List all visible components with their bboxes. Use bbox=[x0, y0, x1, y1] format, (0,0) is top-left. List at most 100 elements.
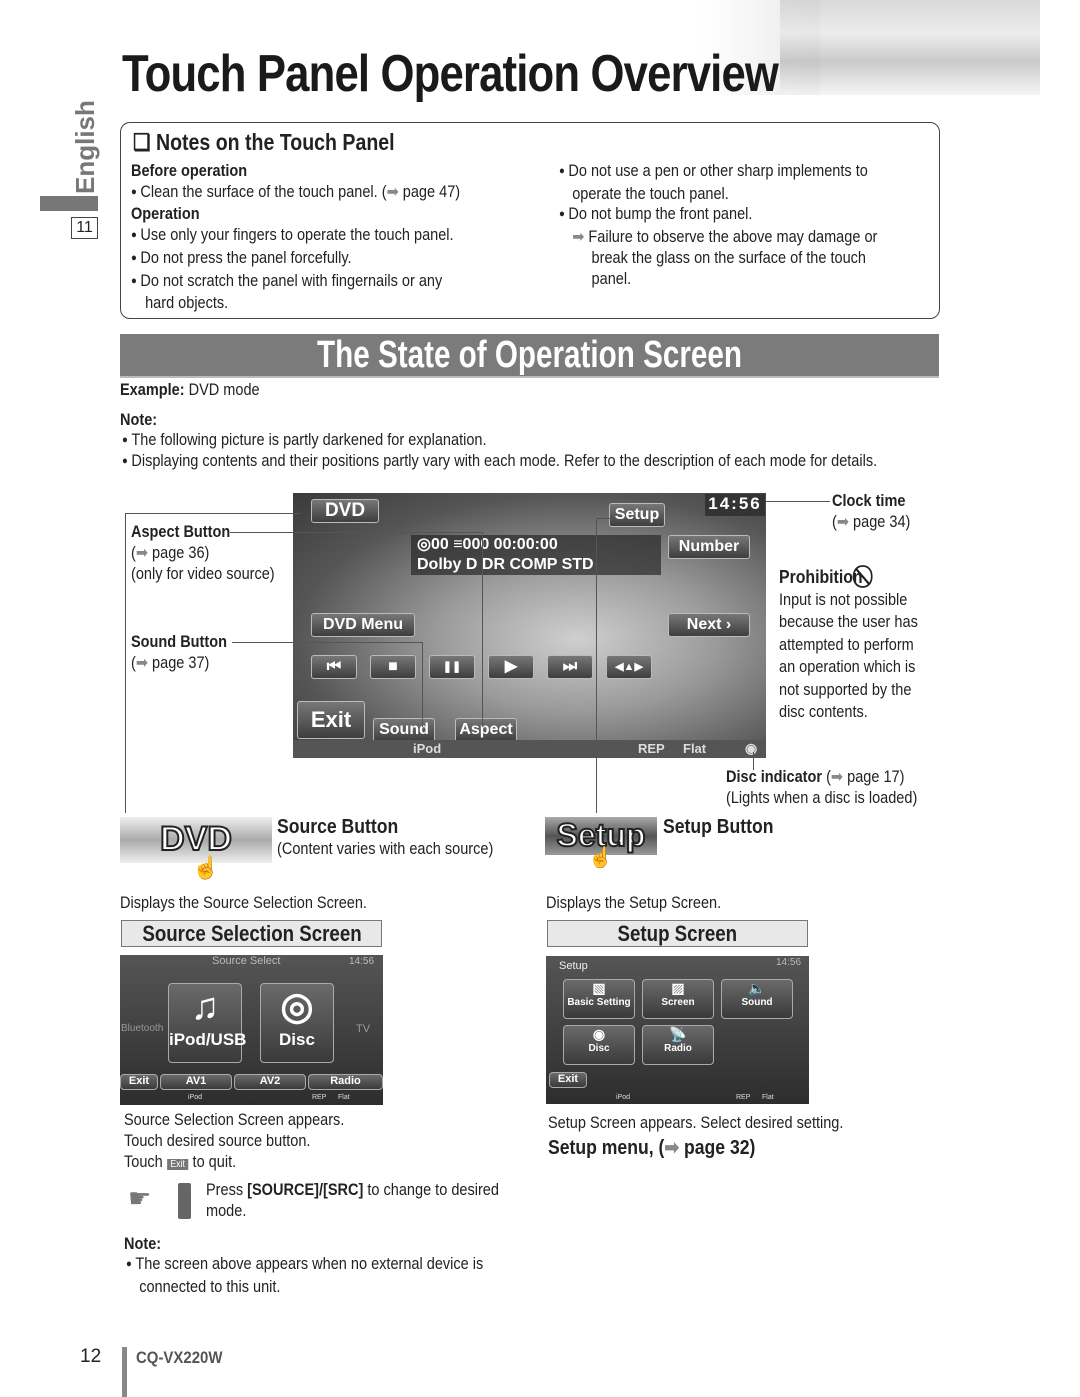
disc-tile[interactable]: ◎ Disc bbox=[260, 983, 334, 1063]
model-number: CQ-VX220W bbox=[136, 1348, 223, 1367]
arrow-icon: ➡ bbox=[664, 1137, 685, 1159]
mini-status-eq: Flat bbox=[762, 1094, 774, 1101]
av2-button[interactable]: AV2 bbox=[234, 1074, 306, 1090]
notes-box: ❏ Notes on the Touch Panel Before operat… bbox=[120, 122, 940, 319]
note-item-cont: hard objects. bbox=[145, 294, 229, 313]
section-note: The following picture is partly darkened… bbox=[122, 430, 486, 453]
mini-status-source: iPod bbox=[188, 1094, 203, 1101]
mini-status-repeat: REP bbox=[312, 1094, 327, 1101]
note-item-cont: operate the touch panel. bbox=[572, 184, 729, 203]
mini-exit-button[interactable]: Exit bbox=[549, 1072, 587, 1088]
arrow-icon: ➡ bbox=[836, 513, 854, 531]
clock-display: 14:56 bbox=[705, 494, 765, 516]
mini-status-source: iPod bbox=[616, 1094, 631, 1101]
number-button[interactable]: Number bbox=[668, 535, 750, 559]
page-number: 12 bbox=[80, 1346, 102, 1367]
notes-left-column: Before operation Clean the surface of th… bbox=[131, 161, 460, 314]
sound-button[interactable]: Sound bbox=[373, 718, 435, 742]
callout-line bbox=[232, 642, 422, 643]
ipod-usb-tile[interactable]: ♫ iPod/USB bbox=[168, 983, 246, 1063]
disc-setup-tile[interactable]: ◉ Disc bbox=[563, 1025, 635, 1065]
setup-button[interactable]: Setup bbox=[609, 503, 665, 527]
note-item: Failure to observe the above may damage … bbox=[588, 228, 878, 247]
section-note: Displaying contents and their positions … bbox=[122, 451, 877, 474]
mini-exit-button[interactable]: Exit bbox=[120, 1074, 158, 1090]
basic-setting-tile[interactable]: ▧ Basic Setting bbox=[563, 979, 635, 1019]
setup-menu-ref: Setup menu, (➡ page 32) bbox=[548, 1137, 756, 1159]
aspect-callout: Aspect Button (➡ page 36) (only for vide… bbox=[131, 523, 275, 583]
mini-clock: 14:56 bbox=[349, 956, 375, 967]
note-label: Note: bbox=[120, 411, 158, 429]
note-item-cont: break the glass on the surface of the to… bbox=[591, 248, 867, 267]
language-tab: English bbox=[70, 100, 104, 194]
press-source-text: Press [SOURCE]/[SRC] to change to desire… bbox=[206, 1181, 499, 1220]
arrow-icon: ➡ bbox=[572, 228, 589, 247]
note-item: Do not bump the front panel. bbox=[559, 204, 877, 227]
screen-tile[interactable]: ▨ Screen bbox=[642, 979, 714, 1019]
bluetooth-button[interactable]: Bluetooth bbox=[121, 1023, 163, 1034]
aspect-button[interactable]: Aspect bbox=[455, 718, 517, 742]
callout-line bbox=[766, 501, 830, 502]
sound-callout: Sound Button (➡ page 37) bbox=[131, 633, 227, 672]
dvd-menu-button[interactable]: DVD Menu bbox=[311, 613, 415, 637]
callout-line bbox=[596, 518, 612, 519]
hand-press-icon: ☛ bbox=[128, 1183, 152, 1213]
disc-indicator-callout: Disc indicator (➡ page 17) (Lights when … bbox=[726, 768, 918, 807]
status-source: iPod bbox=[413, 741, 442, 756]
chapter-number: 11 bbox=[71, 217, 98, 239]
radio-button[interactable]: Radio bbox=[308, 1074, 383, 1090]
tv-button[interactable]: TV bbox=[356, 1023, 370, 1035]
setup-screen: Setup 14:56 ▧ Basic Setting ▨ Screen 🔈 Soun… bbox=[546, 956, 809, 1104]
bottom-note: The screen above appears when no externa… bbox=[126, 1254, 483, 1298]
radio-setup-tile[interactable]: 📡 Radio bbox=[642, 1025, 714, 1065]
antenna-icon: 📡 bbox=[669, 1026, 687, 1042]
note-item: Clean the surface of the touch panel. (➡… bbox=[131, 182, 460, 205]
mini-screen-header: Source Select bbox=[212, 955, 281, 967]
mini-status-repeat: REP bbox=[736, 1094, 751, 1101]
monitor-wrench-icon: ▧ bbox=[592, 980, 606, 996]
stop-button[interactable]: ■ bbox=[370, 655, 416, 679]
source-instructions: Source Selection Screen appears. Touch d… bbox=[124, 1111, 345, 1171]
next-button[interactable]: Next › bbox=[668, 613, 750, 637]
source-selection-screen: Source Select 14:56 Bluetooth TV ♫ iPod/… bbox=[120, 955, 383, 1105]
remote-control-icon bbox=[178, 1183, 191, 1219]
source-displays-text: Displays the Source Selection Screen. bbox=[120, 894, 367, 912]
exit-button-inline-icon: Exit bbox=[166, 1159, 189, 1170]
callout-line bbox=[125, 513, 300, 514]
play-button[interactable]: ▶ bbox=[488, 655, 534, 679]
source-button[interactable]: DVD bbox=[311, 499, 379, 523]
prohibition-callout: Prohibition ⃠ Input is not possible beca… bbox=[779, 567, 918, 721]
music-note-icon: ♫ bbox=[190, 986, 220, 1028]
footer-bar bbox=[122, 1347, 127, 1397]
setup-screen-title: Setup Screen bbox=[547, 920, 808, 947]
notes-heading: ❏ Notes on the Touch Panel bbox=[133, 129, 395, 155]
header-sky-image bbox=[780, 0, 1040, 95]
source-selection-screen-title: Source Selection Screen bbox=[121, 920, 382, 947]
bottom-note-label: Note: bbox=[124, 1235, 162, 1253]
mini-clock: 14:56 bbox=[776, 957, 802, 968]
finger-icon: ☝ bbox=[192, 855, 220, 880]
exit-button[interactable]: Exit bbox=[297, 701, 365, 739]
callout-line bbox=[125, 513, 126, 813]
av1-button[interactable]: AV1 bbox=[160, 1074, 232, 1090]
setup-after-text: Setup Screen appears. Select desired set… bbox=[548, 1114, 844, 1132]
next-track-button[interactable]: ⏭ bbox=[547, 655, 593, 679]
disc-signal-icon: ◎ bbox=[280, 986, 314, 1028]
callout-line bbox=[596, 518, 597, 813]
note-item: Do not press the panel forcefully. bbox=[131, 248, 460, 271]
previous-track-button[interactable]: ⏮ bbox=[311, 655, 357, 679]
disc-indicator-icon: ◉ bbox=[745, 740, 758, 756]
source-button-desc: Source Button (Content varies with each … bbox=[277, 816, 494, 858]
callout-line bbox=[482, 532, 483, 727]
move-control-button[interactable]: ◀▲▶ bbox=[606, 655, 652, 679]
arrow-icon: ➡ bbox=[830, 768, 848, 786]
mini-status-eq: Flat bbox=[338, 1094, 350, 1101]
arrow-icon: ➡ bbox=[135, 544, 153, 562]
checkbox-icon: ❏ bbox=[133, 129, 156, 155]
sound-tile[interactable]: 🔈 Sound bbox=[721, 979, 793, 1019]
setup-displays-text: Displays the Setup Screen. bbox=[546, 894, 722, 912]
note-item: Use only your fingers to operate the tou… bbox=[131, 225, 460, 248]
finger-icon: ☝ bbox=[588, 847, 613, 869]
status-bar: iPod REP Flat ◉ bbox=[293, 740, 766, 758]
pause-button[interactable]: ❚❚ bbox=[429, 655, 475, 679]
